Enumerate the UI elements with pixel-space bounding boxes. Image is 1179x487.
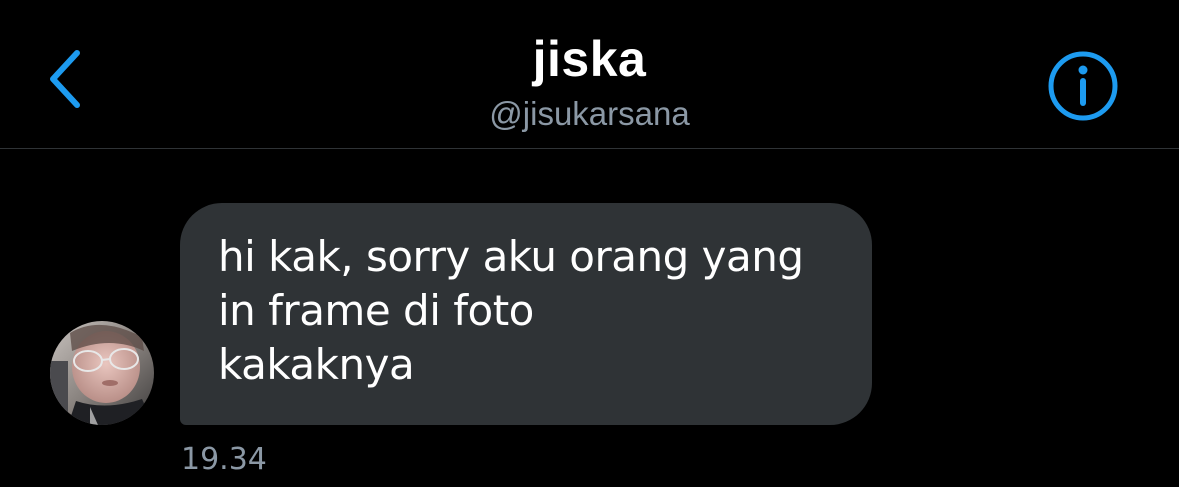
contact-handle: @jisukarsana (489, 95, 690, 132)
message-timestamp: 19.34 (181, 442, 267, 477)
message-line: hi kak, sorry aku orang yang (218, 232, 804, 281)
message-bubble[interactable]: hi kak, sorry aku orang yang in frame di… (180, 203, 872, 425)
message-line: kakaknya (218, 340, 415, 389)
conversation-title-block[interactable]: jiska @jisukarsana (0, 30, 1179, 136)
contact-name: jiska (532, 31, 647, 87)
avatar[interactable] (50, 321, 154, 425)
info-circle-icon (1048, 51, 1118, 121)
conversation-header: jiska @jisukarsana (0, 0, 1179, 149)
avatar-photo (50, 321, 154, 425)
message-line: in frame di foto (218, 286, 534, 335)
info-button[interactable] (1046, 49, 1120, 123)
